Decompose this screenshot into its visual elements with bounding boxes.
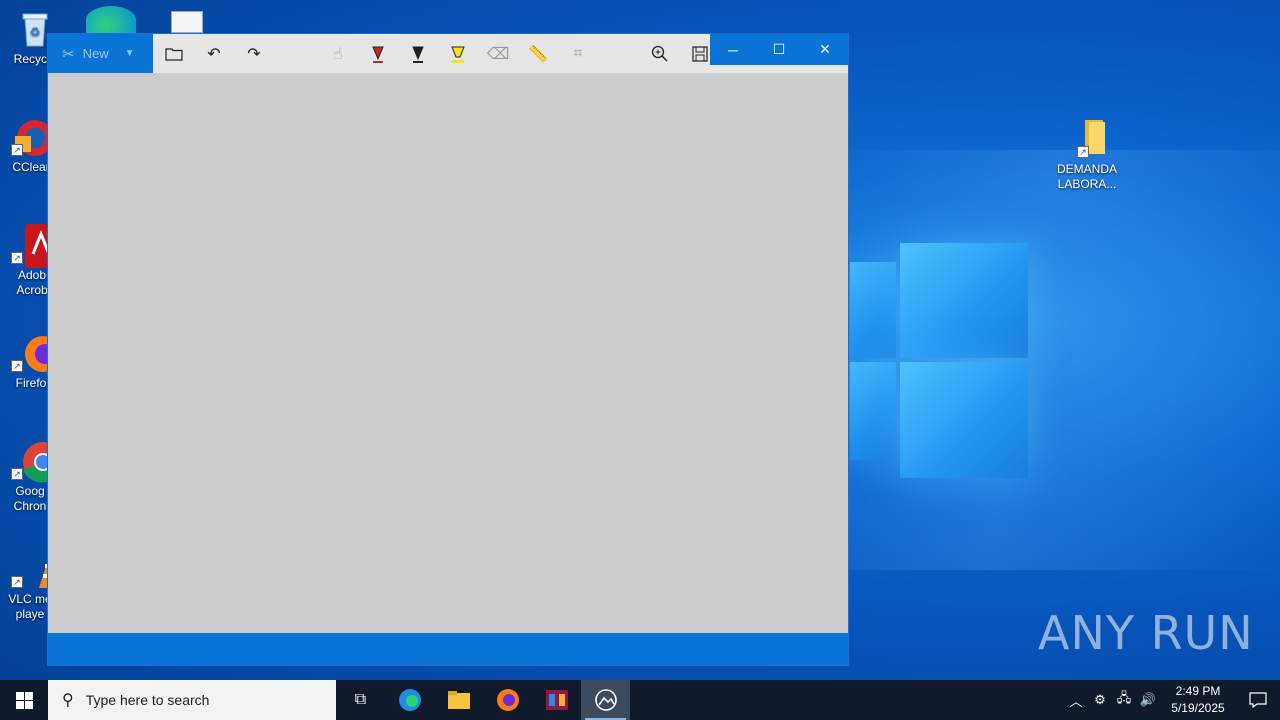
minimize-button[interactable]: ─ bbox=[710, 34, 756, 65]
save-icon[interactable] bbox=[688, 42, 712, 66]
adobe-acrobat-icon: ↗ bbox=[11, 224, 57, 268]
watermark: ANY RUN bbox=[1038, 606, 1254, 660]
shortcut-arrow-icon: ↗ bbox=[11, 576, 23, 588]
vlc-icon: ↗ bbox=[11, 548, 63, 588]
edge-icon bbox=[398, 689, 421, 711]
close-button[interactable]: ✕ bbox=[802, 34, 848, 65]
firefox-icon: ↗ bbox=[11, 332, 61, 372]
clock-date: 5/19/2025 bbox=[1171, 701, 1225, 715]
svg-text:♻: ♻ bbox=[30, 25, 41, 39]
wallpaper-light-beam bbox=[820, 150, 1280, 570]
window-status-bar bbox=[48, 633, 848, 665]
open-folder-icon[interactable] bbox=[162, 42, 186, 66]
task-view-icon: ⧉ bbox=[354, 691, 367, 708]
new-snip-button[interactable]: ✂ New ▼ bbox=[48, 34, 153, 73]
taskbar-app-winrar[interactable] bbox=[532, 680, 581, 720]
chevron-down-icon[interactable]: ▼ bbox=[125, 48, 135, 59]
taskbar: ⚲ Type here to search ⧉ ︿ ⚙ 🖧 🔊 2:49 PM … bbox=[0, 680, 1280, 720]
firefox-icon bbox=[496, 689, 519, 711]
zoom-in-icon[interactable] bbox=[648, 42, 672, 66]
ruler-icon[interactable]: 📏 bbox=[526, 42, 550, 66]
drawing-canvas[interactable] bbox=[48, 73, 848, 633]
taskbar-app-edge[interactable] bbox=[385, 680, 434, 720]
shortcut-arrow-icon: ↗ bbox=[11, 468, 23, 480]
snip-sketch-icon bbox=[594, 689, 617, 711]
document-desktop-icon[interactable] bbox=[171, 11, 203, 33]
clock[interactable]: 2:49 PM 5/19/2025 bbox=[1160, 683, 1236, 717]
task-view-button[interactable]: ⧉ bbox=[336, 680, 385, 720]
start-button[interactable] bbox=[0, 680, 48, 720]
redo-icon[interactable]: ↷ bbox=[242, 42, 266, 66]
windows-logo-pane bbox=[900, 243, 1028, 358]
snip-sketch-window: ✂ New ▼ ↶ ↷ ☝ ⌫ 📏 ⌗ ─ ☐ ✕ bbox=[47, 33, 849, 666]
watermark-text: ANY RUN bbox=[1038, 606, 1254, 660]
chevron-up-icon[interactable]: ︿ bbox=[1064, 691, 1088, 710]
shortcut-arrow-icon: ↗ bbox=[1077, 146, 1089, 158]
taskbar-search-box[interactable]: ⚲ Type here to search bbox=[48, 680, 336, 720]
windows-logo-icon bbox=[15, 691, 33, 709]
taskbar-app-snip-sketch[interactable] bbox=[581, 680, 630, 720]
volume-icon[interactable]: 🔊 bbox=[1136, 692, 1160, 708]
system-tray: ︿ ⚙ 🖧 🔊 2:49 PM 5/19/2025 bbox=[1064, 680, 1280, 720]
desktop-icon-folder[interactable]: ↗ DEMANDA LABORA... bbox=[1052, 118, 1122, 192]
new-label: New bbox=[82, 46, 109, 61]
folder-icon: ↗ bbox=[1067, 118, 1107, 158]
crop-icon[interactable]: ⌗ bbox=[566, 42, 590, 66]
chrome-icon: ↗ bbox=[11, 440, 63, 483]
maximize-button[interactable]: ☐ bbox=[756, 34, 802, 65]
windows-logo-pane bbox=[900, 362, 1028, 478]
network-icon[interactable]: 🖧 bbox=[1112, 689, 1136, 711]
taskbar-app-file-explorer[interactable] bbox=[434, 680, 483, 720]
eraser-icon[interactable]: ⌫ bbox=[486, 42, 510, 66]
highlighter-icon[interactable] bbox=[446, 42, 470, 66]
desktop-icon-label-line1: DEMANDA bbox=[1056, 162, 1117, 176]
search-placeholder: Type here to search bbox=[85, 692, 210, 708]
file-explorer-icon bbox=[447, 691, 470, 709]
window-toolbar: ✂ New ▼ ↶ ↷ ☝ ⌫ 📏 ⌗ ─ ☐ ✕ bbox=[48, 34, 848, 73]
desktop-icon-label-line2: LABORA... bbox=[1057, 177, 1117, 191]
ballpoint-pen-icon[interactable] bbox=[366, 42, 390, 66]
touch-writing-icon[interactable]: ☝ bbox=[326, 42, 350, 66]
ccleaner-icon: ↗ bbox=[11, 116, 53, 156]
shortcut-arrow-icon: ↗ bbox=[11, 144, 23, 156]
shortcut-arrow-icon: ↗ bbox=[11, 360, 23, 372]
edge-desktop-icon[interactable] bbox=[86, 6, 136, 34]
pencil-icon[interactable] bbox=[406, 42, 430, 66]
taskbar-app-firefox[interactable] bbox=[483, 680, 532, 720]
undo-icon[interactable]: ↶ bbox=[202, 42, 226, 66]
shortcut-arrow-icon: ↗ bbox=[11, 252, 23, 264]
window-controls: ─ ☐ ✕ bbox=[710, 34, 848, 65]
windows-logo-pane bbox=[850, 262, 896, 358]
clock-time: 2:49 PM bbox=[1175, 684, 1221, 698]
search-icon: ⚲ bbox=[62, 692, 74, 709]
snip-icon: ✂ bbox=[62, 45, 75, 63]
winrar-icon bbox=[545, 690, 568, 710]
meet-now-icon[interactable]: ⚙ bbox=[1088, 692, 1112, 708]
windows-logo-pane bbox=[850, 362, 896, 460]
notification-icon[interactable] bbox=[1236, 680, 1280, 720]
